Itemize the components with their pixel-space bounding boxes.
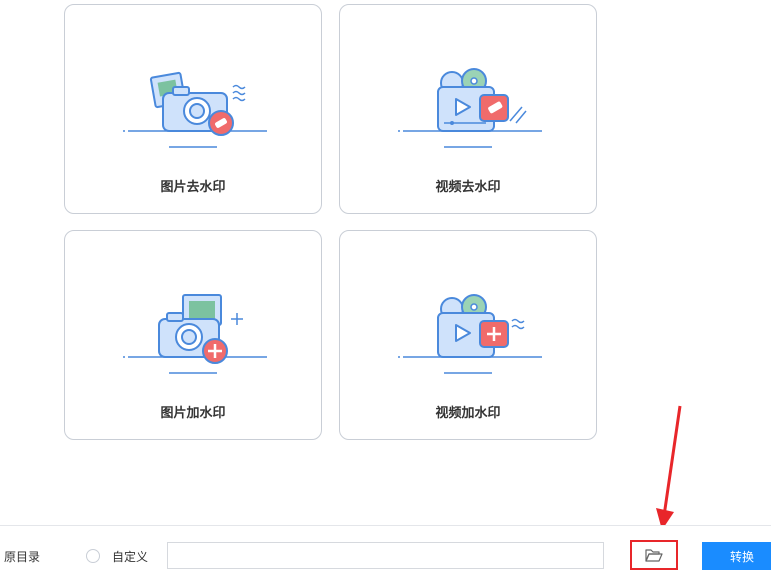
output-path-input[interactable]: [167, 542, 604, 569]
convert-button[interactable]: 转换: [702, 542, 771, 570]
card-add-video-watermark[interactable]: 视频加水印: [339, 230, 597, 440]
browse-folder-button[interactable]: [630, 540, 678, 570]
photo-camera-eraser-icon: [123, 71, 267, 148]
original-dir-label[interactable]: 原目录: [4, 548, 40, 565]
card-title: 视频去水印: [435, 179, 501, 194]
video-add-icon: [398, 294, 542, 374]
video-eraser-icon: [398, 68, 542, 148]
card-remove-video-watermark[interactable]: 视频去水印: [339, 4, 597, 214]
card-title: 图片加水印: [160, 405, 226, 420]
photo-camera-add-icon: [123, 294, 267, 374]
custom-radio[interactable]: [86, 549, 100, 563]
card-title: 视频加水印: [435, 405, 501, 420]
card-title: 图片去水印: [160, 179, 226, 194]
card-remove-image-watermark[interactable]: 图片去水印: [64, 4, 322, 214]
red-arrow-icon: [656, 405, 682, 530]
custom-label[interactable]: 自定义: [112, 548, 148, 565]
output-settings-bar: 原目录 自定义 转换: [0, 525, 771, 579]
card-add-image-watermark[interactable]: 图片加水印: [64, 230, 322, 440]
folder-open-icon: [645, 549, 663, 562]
